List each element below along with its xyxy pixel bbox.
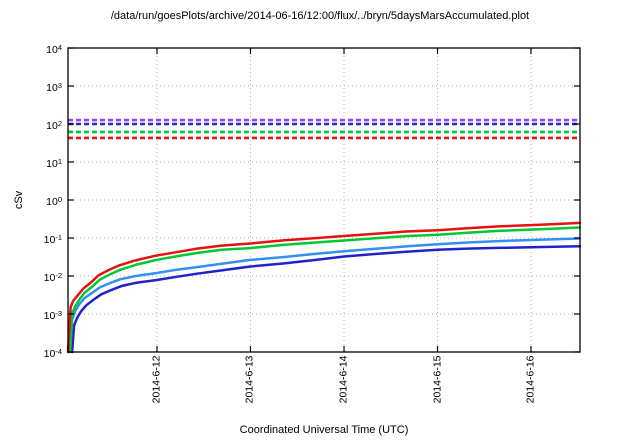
y-tick-label: 101 [16, 155, 62, 169]
accumulated-dose-light-blue-curve [70, 239, 580, 353]
x-axis-title: Coordinated Universal Time (UTC) [68, 424, 580, 436]
y-tick-label: 104 [16, 41, 62, 55]
x-tick-label: 2014-6-13 [244, 356, 257, 420]
y-tick-label: 10-3 [16, 307, 62, 321]
y-tick-label: 10-2 [16, 269, 62, 283]
x-tick-label: 2014-6-12 [150, 356, 163, 420]
y-axis-title: cSv [13, 170, 27, 230]
y-tick-label: 10-4 [16, 345, 62, 359]
x-tick-label: 2014-6-16 [525, 356, 538, 420]
plot-canvas [0, 0, 640, 448]
y-tick-label: 102 [16, 117, 62, 131]
y-tick-label: 103 [16, 79, 62, 93]
x-tick-label: 2014-6-15 [431, 356, 444, 420]
gnuplot-screenshot: /data/run/goesPlots/archive/2014-06-16/1… [0, 0, 640, 448]
x-tick-label: 2014-6-14 [338, 356, 351, 420]
accumulated-dose-green-curve [70, 228, 580, 353]
y-tick-label: 10-1 [16, 231, 62, 245]
